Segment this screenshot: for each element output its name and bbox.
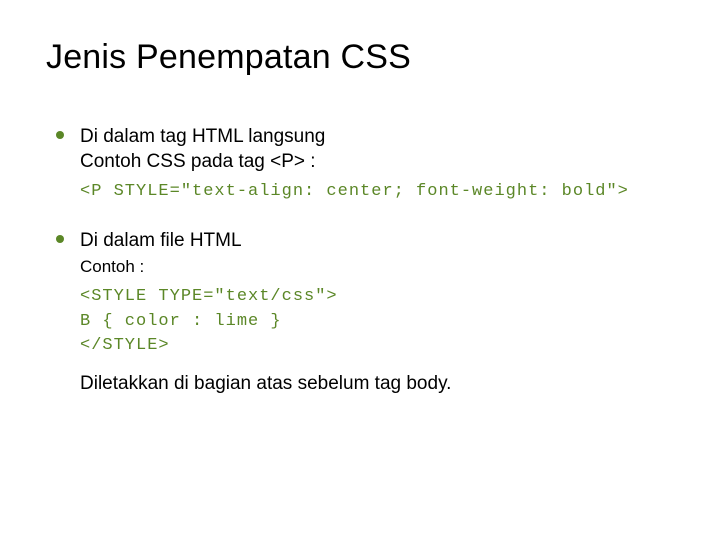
bullet-item: Di dalam file HTML Contoh : <STYLE TYPE=… <box>80 229 674 395</box>
slide-body: Di dalam tag HTML langsung Contoh CSS pa… <box>46 125 674 395</box>
item-line: Di dalam file HTML <box>80 229 674 254</box>
item-line: Di dalam tag HTML langsung <box>80 125 674 150</box>
item-footnote: Diletakkan di bagian atas sebelum tag bo… <box>80 373 674 395</box>
code-block: <STYLE TYPE="text/css"> B { color : lime… <box>80 285 674 359</box>
bullet-item: Di dalam tag HTML langsung Contoh CSS pa… <box>80 125 674 201</box>
item-subline: Contoh : <box>80 256 674 279</box>
item-line: Contoh CSS pada tag <P> : <box>80 150 674 175</box>
slide-title: Jenis Penempatan CSS <box>46 38 674 77</box>
code-inline: <P STYLE="text-align: center; font-weigh… <box>80 182 674 201</box>
slide: Jenis Penempatan CSS Di dalam tag HTML l… <box>0 0 720 540</box>
bullet-icon <box>56 235 64 243</box>
bullet-icon <box>56 131 64 139</box>
